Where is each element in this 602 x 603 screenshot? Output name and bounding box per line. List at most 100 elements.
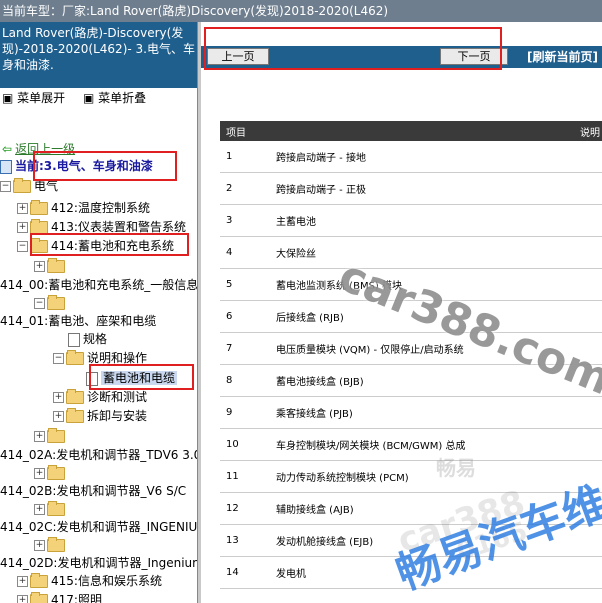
parts-table: 项目 说明 1 跨接启动端子 - 接地 2 跨接启动端子 - 正极 3 主蓄电池 4 大保险丝… <box>220 121 602 589</box>
item-number-cell: 8 <box>220 364 270 397</box>
tree-item[interactable]: + <box>34 257 68 276</box>
item-number-cell: 13 <box>220 524 270 557</box>
refresh-page-link[interactable]: [刷新当前页] <box>527 49 598 65</box>
tree-item[interactable]: 414_00:蓄电池和充电系统_一般信息 <box>0 276 197 295</box>
tree-label: 诊断和测试 <box>87 390 148 404</box>
description-cell: 后接线盒 (RJB) <box>270 300 602 333</box>
item-number-cell: 9 <box>220 396 270 429</box>
table-row: 8 蓄电池接线盒 (BJB) <box>220 364 602 397</box>
tree-item[interactable]: + <box>34 464 68 483</box>
folder-icon <box>47 428 65 443</box>
tree-label: 412:温度控制系统 <box>51 201 150 215</box>
tree-item[interactable]: + <box>34 427 68 446</box>
refresh-label: [刷新当前页] <box>527 50 598 64</box>
table-row: 7 电压质量模块 (VQM) - 仅限停止/启动系统 <box>220 332 602 365</box>
folder-icon <box>47 295 65 310</box>
left-panel-header: Land Rover(路虎)-Discovery(发现)-2018-2020(L… <box>0 22 197 88</box>
table-row: 2 跨接启动端子 - 正极 <box>220 172 602 205</box>
tree-label: 拆卸与安装 <box>87 409 148 423</box>
folder-icon <box>66 350 84 365</box>
item-number-cell: 7 <box>220 332 270 365</box>
tree-item[interactable]: + 诊断和测试 <box>53 388 147 407</box>
folder-icon <box>47 258 65 273</box>
item-number-cell: 12 <box>220 492 270 525</box>
globe-icon <box>0 159 12 174</box>
tree-label: 414_00:蓄电池和充电系统_一般信息 <box>0 278 197 292</box>
collapse-icon: − <box>0 181 11 192</box>
expand-icon: + <box>17 222 28 233</box>
expand-icon: + <box>34 468 45 479</box>
expand-icon: + <box>34 504 45 515</box>
column-header: 说明 <box>270 121 602 141</box>
expand-icon: + <box>53 411 64 422</box>
column-header: 项目 <box>220 121 270 141</box>
tree-label: 417:照明 <box>51 593 102 603</box>
window-title-bar: 当前车型：厂家:Land Rover(路虎)Discovery(发现)2018-… <box>0 0 602 22</box>
folder-icon <box>30 592 48 603</box>
item-number-cell: 11 <box>220 460 270 493</box>
folder-icon <box>66 389 84 404</box>
expand-icon: + <box>34 261 45 272</box>
tree-item[interactable]: + <box>34 500 68 519</box>
description-cell: 动力传动系统控制模块 (PCM) <box>270 460 602 493</box>
description-cell: 辅助接线盒 (AJB) <box>270 492 602 525</box>
folder-icon <box>66 408 84 423</box>
collapse-all-button[interactable]: ▣ 菜单折叠 <box>83 91 146 105</box>
expand-icon: + <box>17 595 28 603</box>
highlight-box <box>33 151 177 181</box>
table-row: 13 发动机舱接线盒 (EJB) <box>220 524 602 557</box>
tree-item[interactable]: +417:照明 <box>17 591 102 603</box>
item-number-cell: 10 <box>220 428 270 461</box>
collapse-icon: − <box>17 241 28 252</box>
collapse-all-label: 菜单折叠 <box>98 91 147 105</box>
item-number-cell: 14 <box>220 556 270 589</box>
highlight-box <box>30 233 189 256</box>
table-row: 6 后接线盒 (RJB) <box>220 300 602 333</box>
tree-label: 413:仪表装置和警告系统 <box>51 220 186 234</box>
tree-item[interactable]: 414_02A:发电机和调节器_TDV6 3.0L <box>0 446 197 465</box>
table-row: 4 大保险丝 <box>220 236 602 269</box>
table-row: 12 辅助接线盒 (AJB) <box>220 492 602 525</box>
tree-item[interactable]: +415:信息和娱乐系统 <box>17 572 162 591</box>
expand-icon: + <box>53 392 64 403</box>
menu-toolbar: ▣ 菜单展开 ▣ 菜单折叠 <box>0 88 197 108</box>
document-icon <box>68 332 80 347</box>
expand-icon: + <box>34 540 45 551</box>
tree-label: 说明和操作 <box>87 351 148 365</box>
tree-item[interactable]: + 拆卸与安装 <box>53 407 147 426</box>
description-cell: 蓄电池监测系统 (BMS) 模块 <box>270 268 602 301</box>
expand-icon: + <box>17 576 28 587</box>
table-row: 14 发电机 <box>220 556 602 589</box>
table-row: 3 主蓄电池 <box>220 204 602 237</box>
table-row: 11 动力传动系统控制模块 (PCM) <box>220 460 602 493</box>
tree-item[interactable]: 规格 <box>68 330 107 349</box>
table-row: 9 乘客接线盒 (PJB) <box>220 396 602 429</box>
tree-item[interactable]: + <box>34 536 68 555</box>
expand-all-button[interactable]: ▣ 菜单展开 <box>2 91 65 105</box>
description-cell: 大保险丝 <box>270 236 602 269</box>
item-number-cell: 6 <box>220 300 270 333</box>
tree-label: 414_02C:发电机和调节器_INGENIUM <box>0 520 197 534</box>
tree-item[interactable]: 414_02C:发电机和调节器_INGENIUM <box>0 518 197 537</box>
tree-item[interactable]: +412:温度控制系统 <box>17 199 150 218</box>
vehicle-title: 当前车型：厂家:Land Rover(路虎)Discovery(发现)2018-… <box>2 4 389 18</box>
description-cell: 主蓄电池 <box>270 204 602 237</box>
table-row: 1 跨接启动端子 - 接地 <box>220 141 602 173</box>
tree-label: 414_02B:发电机和调节器_V6 S/C <box>0 484 187 498</box>
folder-icon <box>30 200 48 215</box>
expand-icon: + <box>17 203 28 214</box>
table-row: 10 车身控制模块/网关模块 (BCM/GWM) 总成 <box>220 428 602 461</box>
tree-item[interactable]: 414_02B:发电机和调节器_V6 S/C <box>0 482 186 501</box>
item-number-cell: 1 <box>220 141 270 173</box>
folder-icon <box>13 178 31 193</box>
tree-item[interactable]: 414_01:蓄电池、座架和电缆 <box>0 312 156 331</box>
tree-item[interactable]: − <box>34 294 68 313</box>
description-cell: 蓄电池接线盒 (BJB) <box>270 364 602 397</box>
highlight-box <box>89 364 194 390</box>
description-cell: 乘客接线盒 (PJB) <box>270 396 602 429</box>
table-header-row: 项目 说明 <box>220 121 602 141</box>
collapse-icon: − <box>53 353 64 364</box>
folder-icon <box>30 573 48 588</box>
tree-item[interactable]: 414_02D:发电机和调节器_Ingenium <box>0 554 197 573</box>
expand-icon: + <box>34 431 45 442</box>
